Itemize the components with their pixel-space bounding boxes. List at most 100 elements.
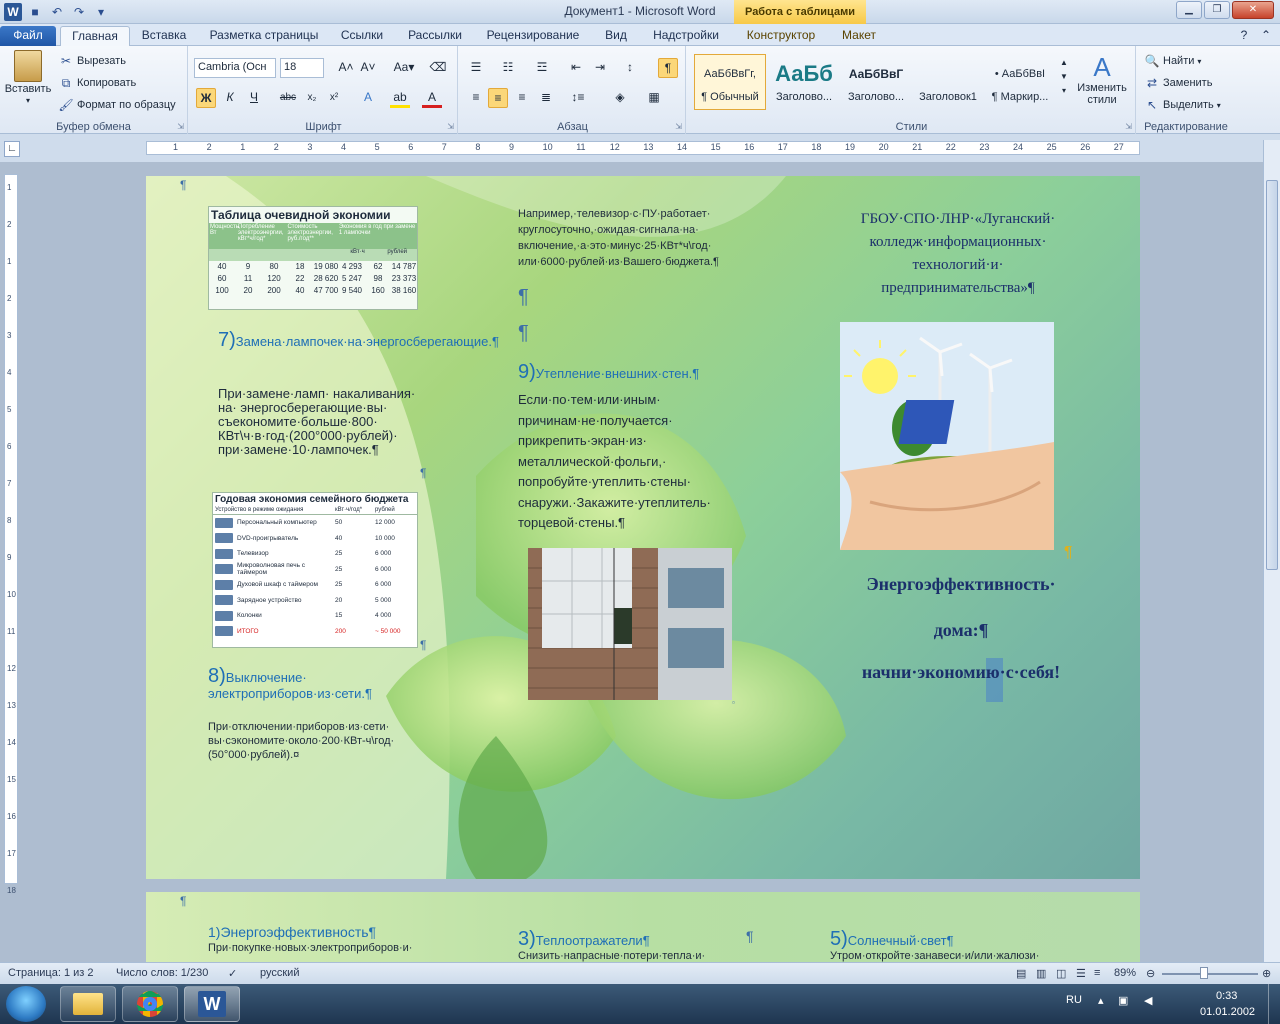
clock-time[interactable]: 0:33 (1216, 990, 1237, 1002)
style-list-bullet[interactable]: • АаБбВвІ ¶ Маркир... (984, 54, 1056, 110)
zoom-slider[interactable] (1162, 973, 1258, 975)
savings-table-image[interactable]: Таблица очевидной экономии Мощность, Вт … (208, 206, 418, 310)
view-reading-icon[interactable]: ▥ (1036, 967, 1046, 980)
tab-layout[interactable]: Макет (832, 26, 886, 46)
view-outline-icon[interactable]: ☰ (1076, 967, 1086, 980)
replace-icon: ⇄ (1146, 76, 1158, 90)
styles-scroll-icon[interactable]: ▲ ▼ ▾ (1058, 56, 1070, 108)
view-web-icon[interactable]: ◫ (1056, 967, 1066, 980)
italic-icon[interactable]: К (220, 88, 240, 108)
change-case-icon[interactable]: Aa▾ (390, 58, 418, 78)
clear-format-icon[interactable]: ⌫ (428, 58, 448, 78)
budget-table-image[interactable]: Годовая экономия семейного бюджета Устро… (212, 492, 418, 648)
tab-page-layout[interactable]: Разметка страницы (204, 26, 324, 46)
highlight-icon[interactable]: ab (390, 88, 410, 108)
tab-selector-icon[interactable]: ∟ (4, 141, 20, 157)
find-button[interactable]: 🔍 Найти ▾ (1144, 53, 1202, 69)
vertical-scrollbar[interactable] (1263, 140, 1280, 962)
font-name-combo[interactable]: Cambria (Осн (194, 58, 276, 78)
page-counter[interactable]: Страница: 1 из 2 (8, 967, 94, 979)
bold-icon[interactable]: Ж (196, 88, 216, 108)
tab-mailings[interactable]: Рассылки (400, 26, 470, 46)
underline-icon[interactable]: Ч (244, 88, 264, 108)
zoom-level[interactable]: 89% (1114, 967, 1136, 979)
volume-icon[interactable]: ◀ (1144, 994, 1152, 1007)
superscript-icon[interactable]: x² (324, 88, 344, 108)
scrollbar-thumb[interactable] (1266, 180, 1278, 570)
tab-view[interactable]: Вид (596, 26, 636, 46)
justify-icon[interactable]: ≣ (536, 88, 556, 108)
show-hidden-icons-icon[interactable]: ▴ (1098, 994, 1104, 1007)
zoom-out-icon[interactable]: ⊖ (1146, 967, 1155, 980)
tab-review[interactable]: Рецензирование (478, 26, 588, 46)
sort-icon[interactable]: ↕ (620, 58, 640, 78)
subscript-icon[interactable]: x₂ (302, 88, 322, 108)
language-indicator[interactable]: русский (260, 967, 299, 979)
tab-design[interactable]: Конструктор (736, 26, 826, 46)
line-spacing-icon[interactable]: ↕≡ (568, 88, 588, 108)
shading-icon[interactable]: ◈ (610, 88, 630, 108)
style-heading2[interactable]: АаБбВвГ Заголово... (840, 54, 912, 110)
align-left-icon[interactable]: ≡ (466, 88, 486, 108)
network-icon[interactable]: ▣ (1118, 994, 1128, 1007)
wall-insulation-photo[interactable] (528, 548, 732, 700)
show-desktop-button[interactable] (1268, 984, 1280, 1024)
paragraph-launcher-icon[interactable]: ⇲ (675, 122, 682, 131)
text-effects-icon[interactable]: A (358, 88, 378, 108)
minimize-button[interactable]: ▁ (1176, 1, 1202, 19)
help-icon[interactable]: ? (1236, 26, 1252, 46)
shrink-font-icon[interactable]: A˅ (358, 58, 378, 78)
tab-file[interactable]: Файл (0, 26, 56, 46)
numbering-icon[interactable]: ☷ (498, 58, 518, 78)
zoom-in-icon[interactable]: ⊕ (1262, 967, 1271, 980)
show-formatting-icon[interactable]: ¶ (658, 58, 678, 78)
clipboard-launcher-icon[interactable]: ⇲ (177, 122, 184, 131)
proofing-icon[interactable]: ✓ (228, 967, 237, 980)
style-normal[interactable]: АаБбВвГг, ¶ Обычный (694, 54, 766, 110)
increase-indent-icon[interactable]: ⇥ (590, 58, 610, 78)
eco-energy-hand-image[interactable] (840, 322, 1054, 550)
multilevel-list-icon[interactable]: ☲ (532, 58, 552, 78)
horizontal-ruler[interactable]: 1 2 1 2 3 4 5 6 7 8 9 10 11 12 13 14 15 16 17 18 19 20 21 22 23 2… (146, 141, 1140, 155)
word-count[interactable]: Число слов: 1/230 (116, 967, 208, 979)
bullets-icon[interactable]: ☰ (466, 58, 486, 78)
tab-references[interactable]: Ссылки (334, 26, 390, 46)
ribbon-collapse-icon[interactable]: ⌃ (1258, 26, 1274, 46)
view-print-layout-icon[interactable]: ▤ (1016, 967, 1026, 980)
grow-font-icon[interactable]: A˄ (336, 58, 356, 78)
start-button[interactable] (6, 986, 46, 1022)
change-styles-button[interactable]: A Изменить стили (1074, 52, 1130, 106)
decrease-indent-icon[interactable]: ⇤ (566, 58, 586, 78)
style-heading1[interactable]: АаБб Заголово... (768, 54, 840, 110)
tab-insert[interactable]: Вставка (134, 26, 194, 46)
font-launcher-icon[interactable]: ⇲ (447, 122, 454, 131)
font-color-icon[interactable]: A (422, 88, 442, 108)
strikethrough-icon[interactable]: abc (278, 88, 298, 108)
clock-date[interactable]: 01.01.2002 (1200, 1006, 1255, 1018)
align-center-icon[interactable]: ≡ (488, 88, 508, 108)
input-language[interactable]: RU (1066, 994, 1082, 1006)
replace-button[interactable]: ⇄ Заменить (1144, 75, 1212, 91)
document-page-2[interactable]: ¶ 1)Энергоэффективность¶ При·покупке·нов… (146, 892, 1140, 962)
select-button[interactable]: ↖ Выделить ▾ (1144, 97, 1221, 113)
cut-button[interactable]: ✂ Вырезать (58, 53, 126, 69)
font-size-combo[interactable]: 18 (280, 58, 324, 78)
vertical-ruler[interactable]: 1 2 1 2 3 4 5 6 7 8 9 10 11 12 13 14 15 16 17 18 (4, 174, 18, 895)
close-button[interactable]: ✕ (1232, 1, 1274, 19)
document-page-1[interactable]: ¶ Таблица очевидной экономии Мощность, В… (146, 176, 1140, 879)
tab-home[interactable]: Главная (60, 26, 130, 46)
copy-button[interactable]: ⧉ Копировать (58, 75, 137, 91)
format-painter-button[interactable]: 🖌 Формат по образцу (58, 97, 175, 113)
view-draft-icon[interactable]: ≡ (1094, 967, 1100, 979)
style-heading-custom[interactable]: Заголовок1 (912, 54, 984, 110)
explorer-taskbar-button[interactable] (60, 986, 116, 1022)
tab-addins[interactable]: Надстройки (646, 26, 726, 46)
word-taskbar-button[interactable]: W (184, 986, 240, 1022)
styles-launcher-icon[interactable]: ⇲ (1125, 122, 1132, 131)
borders-icon[interactable]: ▦ (644, 88, 664, 108)
zoom-slider-thumb[interactable] (1200, 967, 1208, 979)
restore-button[interactable]: ❐ (1204, 1, 1230, 19)
chrome-taskbar-button[interactable] (122, 986, 178, 1022)
align-right-icon[interactable]: ≡ (512, 88, 532, 108)
paste-button[interactable]: Вставить ▾ (5, 50, 51, 105)
